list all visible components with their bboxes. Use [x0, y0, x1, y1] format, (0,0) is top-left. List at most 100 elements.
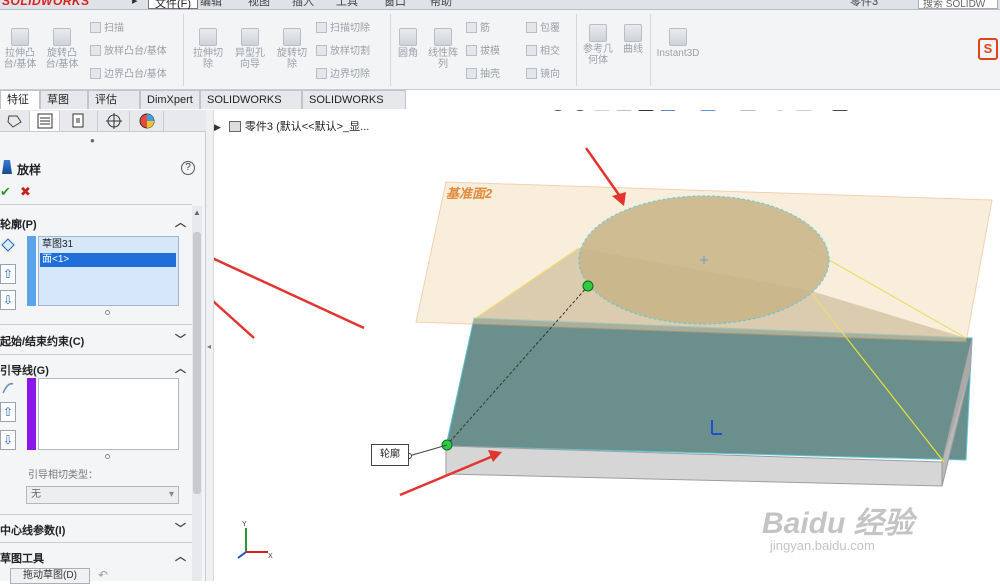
wrap-button[interactable]: 包覆 [526, 22, 560, 36]
resize-handle[interactable] [105, 310, 110, 315]
tab-mbd[interactable]: SOLIDWORKS MBD [302, 90, 406, 124]
property-manager-tab[interactable] [30, 111, 60, 131]
menu-expand-icon[interactable]: ▸ [132, 0, 138, 7]
zoom-to-fit-icon[interactable] [550, 110, 566, 111]
intersect-button[interactable]: 相交 [526, 45, 560, 59]
draft-button[interactable]: 拔模 [466, 45, 500, 59]
resize-handle[interactable] [105, 454, 110, 459]
section-view-icon[interactable] [616, 110, 632, 111]
dimxpert-tab[interactable] [98, 111, 130, 131]
move-down-button[interactable]: ⇩ [0, 290, 16, 310]
drag-sketch-button[interactable]: 拖动草图(D) [10, 568, 90, 584]
loft-icon [90, 45, 101, 56]
previous-view-icon[interactable] [594, 110, 610, 111]
view-orientation-icon[interactable] [660, 110, 676, 111]
extrude-cut-icon [199, 28, 217, 46]
profiles-list[interactable]: 草图31 面<1> [38, 236, 179, 306]
solidworks-logo: SOLIDWORKS [2, 0, 90, 8]
sweep-button[interactable]: 扫描 [90, 22, 124, 36]
collapse-arrow-icon[interactable]: ◂ [207, 342, 211, 351]
constraints-section-header[interactable]: 起始/结束约束(C) ﹀ [0, 331, 190, 349]
configuration-tab[interactable] [60, 111, 98, 131]
sweep-cut-button[interactable]: 扫描切除 [316, 22, 370, 36]
hide-show-icon[interactable] [740, 110, 756, 111]
expand-arrow-icon[interactable]: ▶ [214, 122, 221, 132]
menu-view[interactable]: 视图 [248, 0, 270, 9]
annotation-arrow [214, 300, 255, 339]
panel-scrollbar[interactable]: ▲ [192, 206, 202, 581]
menu-help[interactable]: 帮助 [430, 0, 452, 9]
help-icon[interactable]: ? [181, 161, 195, 175]
centerline-section-header[interactable]: 中心线参数(I) ﹀ [0, 520, 190, 538]
part-icon [228, 121, 241, 132]
sketch-tools-section-header[interactable]: 草图工具 ︿ [0, 548, 190, 566]
move-up-button[interactable]: ⇧ [0, 264, 16, 284]
mirror-button[interactable]: 镜向 [526, 68, 560, 82]
boundary-boss-button[interactable]: 边界凸台/基体 [90, 68, 167, 82]
revolved-boss-button[interactable]: 旋转凸 台/基体 [42, 28, 82, 70]
list-item-selected[interactable]: 面<1> [40, 253, 176, 267]
hole-wizard-button[interactable]: 异型孔 向导 [230, 28, 270, 70]
dynamic-annotation-icon[interactable] [638, 110, 654, 111]
profile-callout[interactable]: 轮廓 [371, 444, 409, 466]
move-down-button[interactable]: ⇩ [0, 430, 16, 450]
tab-features[interactable]: 特征 [0, 90, 40, 109]
connector-handle-top[interactable] [582, 280, 594, 292]
draft-icon [466, 45, 477, 56]
curves-button[interactable]: 曲线 [618, 24, 648, 55]
chevron-up-icon[interactable]: ︿ [175, 548, 186, 564]
fillet-button[interactable]: 圆角 [394, 28, 422, 59]
rib-button[interactable]: 筋 [466, 22, 490, 36]
loft-button[interactable]: 放样凸台/基体 [90, 45, 167, 59]
linear-pattern-button[interactable]: 线性阵 列 [426, 28, 460, 70]
menu-window[interactable]: 窗口 [384, 0, 406, 9]
view-settings-icon[interactable] [832, 110, 848, 111]
display-manager-tab[interactable] [130, 111, 164, 131]
menu-insert[interactable]: 插入 [292, 0, 314, 9]
zoom-to-area-icon[interactable] [572, 110, 588, 111]
move-up-button[interactable]: ⇧ [0, 402, 16, 422]
guides-section-header[interactable]: 引导线(G) ︿ [0, 360, 190, 378]
tab-evaluate[interactable]: 评估 [88, 90, 140, 109]
solidworks-3ds-icon[interactable]: S [978, 38, 998, 60]
shell-button[interactable]: 抽壳 [466, 68, 500, 82]
revolved-cut-button[interactable]: 旋转切 除 [272, 28, 312, 70]
tangency-type-select[interactable]: 无 ▾ [26, 486, 179, 504]
menu-edit[interactable]: 编辑 [200, 0, 222, 9]
guides-list[interactable] [38, 378, 179, 450]
svg-text:Y: Y [242, 521, 247, 528]
appearance-icon[interactable] [772, 110, 788, 111]
divider [0, 542, 192, 543]
graphics-area[interactable]: ▶ 零件3 (默认<<默认>_显... 基准面2 轮廓 Baidu 经验 jing… [214, 110, 1000, 581]
chevron-down-icon[interactable]: ﹀ [175, 331, 186, 347]
reference-geometry-button[interactable]: 参考几 何体 [580, 24, 616, 66]
tab-sketch[interactable]: 草图 [40, 90, 88, 109]
display-style-icon[interactable] [700, 110, 716, 111]
menu-file[interactable]: 文件(F) [148, 0, 199, 9]
extruded-boss-button[interactable]: 拉伸凸 台/基体 [2, 28, 38, 70]
loft-cut-button[interactable]: 放样切割 [316, 45, 370, 59]
ok-button[interactable]: ✔ [0, 184, 11, 200]
panel-splitter[interactable]: ◂ [206, 110, 214, 581]
ribbon-separator [576, 14, 577, 86]
instant3d-button[interactable]: Instant3D [654, 28, 702, 59]
feature-tree-tab[interactable] [0, 111, 30, 131]
revolve-cut-icon [283, 28, 301, 46]
scrollbar-thumb[interactable] [193, 232, 201, 494]
scroll-up-icon[interactable]: ▲ [192, 208, 202, 217]
profiles-section-header[interactable]: 轮廓(P) ︿ [0, 214, 190, 232]
boundary-cut-button[interactable]: 边界切除 [316, 68, 370, 82]
chevron-up-icon[interactable]: ︿ [175, 214, 186, 230]
chevron-up-icon[interactable]: ︿ [175, 360, 186, 376]
list-item[interactable]: 草图31 [40, 238, 176, 252]
menu-tools[interactable]: 工具 [336, 0, 358, 9]
cancel-button[interactable]: ✖ [20, 184, 31, 200]
tab-addins[interactable]: SOLIDWORKS 插件 [200, 90, 302, 124]
scene-icon[interactable] [796, 110, 812, 111]
undo-icon[interactable]: ↶ [98, 568, 108, 582]
tab-dimxpert[interactable]: DimXpert [140, 90, 200, 109]
extruded-cut-button[interactable]: 拉伸切 除 [188, 28, 228, 70]
chevron-down-icon[interactable]: ﹀ [175, 520, 186, 536]
feature-tree-flyout[interactable]: ▶ 零件3 (默认<<默认>_显... [214, 118, 369, 134]
search-input[interactable]: 搜索 SOLIDW [918, 0, 998, 9]
